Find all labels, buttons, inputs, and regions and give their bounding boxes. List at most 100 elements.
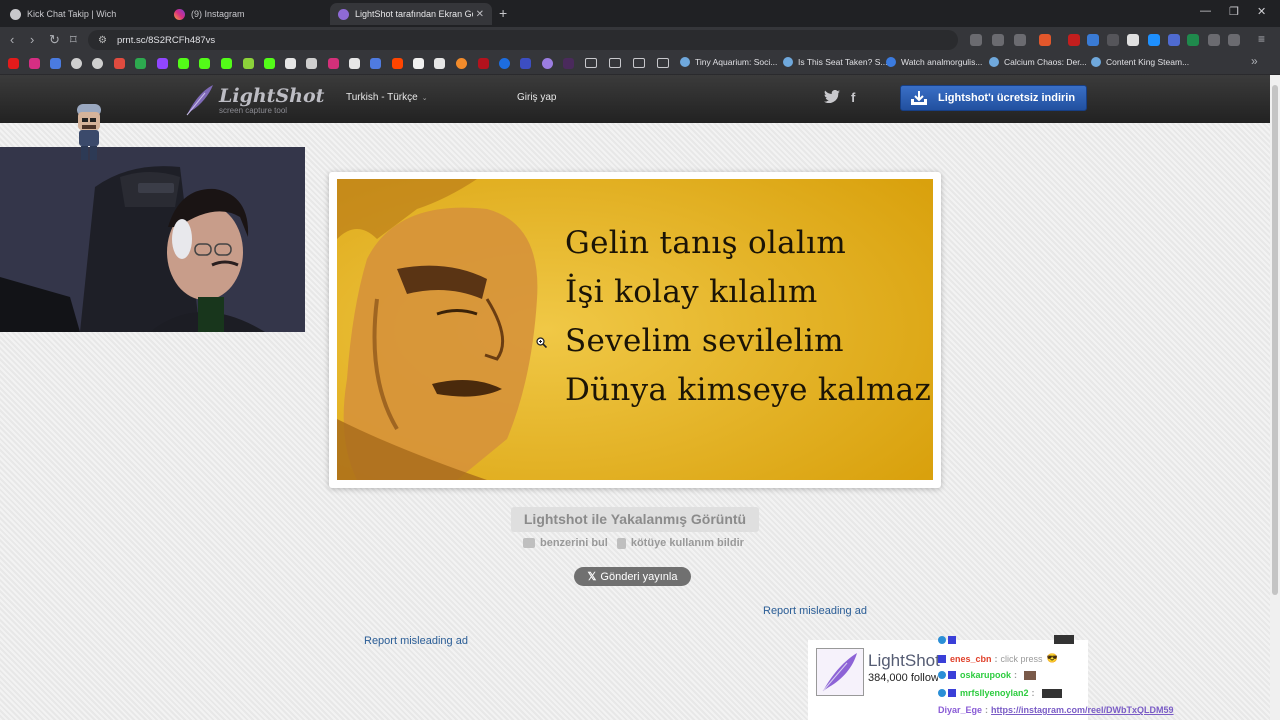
- badge-icon: [938, 689, 946, 697]
- screenshot-image[interactable]: Gelin tanış olalım İşi kolay kılalım Sev…: [337, 179, 933, 480]
- streamer-avatar: [77, 104, 101, 160]
- bookmark-item[interactable]: Is This Seat Taken? S...: [783, 57, 887, 67]
- excel-icon[interactable]: [1187, 34, 1199, 46]
- language-selector[interactable]: Turkish - Türkçe ⌄: [346, 92, 428, 103]
- globe-icon[interactable]: [71, 58, 82, 69]
- folder-icon[interactable]: [633, 58, 645, 68]
- bookmark-icon[interactable]: [370, 58, 381, 69]
- tab-instagram[interactable]: (9) Instagram: [166, 3, 326, 25]
- bookmark-icon[interactable]: [243, 58, 254, 69]
- share-icon[interactable]: [1014, 34, 1026, 46]
- more-bookmarks-icon[interactable]: »: [1251, 54, 1258, 68]
- address-bar[interactable]: ⚙ prnt.sc/8S2RCFh487vs: [88, 30, 958, 50]
- site-settings-icon[interactable]: ⚙: [98, 35, 107, 46]
- reddit-icon[interactable]: [392, 58, 403, 69]
- tab-label: Kick Chat Takip | Wich: [27, 9, 117, 19]
- gmail-icon[interactable]: [114, 58, 125, 69]
- tab-lightshot[interactable]: LightShot tarafından Ekran Görü ✕: [330, 3, 492, 25]
- site-header: LightShot screen capture tool Turkish - …: [0, 75, 1270, 123]
- amazon-icon[interactable]: [434, 58, 445, 69]
- folder-icon[interactable]: [609, 58, 621, 68]
- facebook-icon[interactable]: f: [851, 90, 855, 105]
- bookmark-item[interactable]: Content King Steam...: [1091, 57, 1189, 67]
- login-link[interactable]: Giriş yap: [517, 92, 556, 103]
- twitter-icon[interactable]: [824, 89, 840, 106]
- brave-shield-icon[interactable]: [1039, 34, 1051, 46]
- new-tab-icon[interactable]: +: [499, 5, 507, 21]
- report-misleading-ad-link[interactable]: Report misleading ad: [364, 635, 468, 647]
- bookmark-icon[interactable]: [542, 58, 553, 69]
- kick-icon[interactable]: [221, 58, 232, 69]
- bookmark-icon[interactable]: [563, 58, 574, 69]
- emote-icon: [1054, 635, 1074, 644]
- sunglasses-emoji-icon: 😎: [1046, 653, 1058, 663]
- bookmark-item[interactable]: Watch analmorgulis...: [886, 57, 982, 67]
- report-misleading-ad-link[interactable]: Report misleading ad: [763, 605, 867, 617]
- extension-icon[interactable]: [1148, 34, 1160, 46]
- extension-icon[interactable]: [1087, 34, 1099, 46]
- folder-icon[interactable]: [585, 58, 597, 68]
- kick-icon[interactable]: [264, 58, 275, 69]
- bookmark-icon[interactable]: [285, 58, 296, 69]
- minimize-icon[interactable]: —: [1200, 5, 1211, 17]
- ad-brand-name: LightShot: [868, 651, 940, 670]
- extension-icon[interactable]: [1168, 34, 1180, 46]
- install-icon[interactable]: [970, 34, 982, 46]
- bookmark-icon[interactable]: [413, 58, 424, 69]
- steam-icon: [783, 57, 793, 67]
- page: LightShot screen capture tool Turkish - …: [0, 75, 1270, 720]
- browser-toolbar: ‹ › ↻ ⌑ ⚙ prnt.sc/8S2RCFh487vs ≡: [0, 27, 1280, 53]
- tab-strip: Kick Chat Takip | Wich (9) Instagram Lig…: [0, 0, 1280, 27]
- bookmark-icon[interactable]: ⌑: [70, 32, 77, 48]
- folder-icon[interactable]: [657, 58, 669, 68]
- tab-kick-chat[interactable]: Kick Chat Takip | Wich: [2, 3, 162, 25]
- bookmark-item[interactable]: Calcium Chaos: Der...: [989, 57, 1087, 67]
- forward-icon[interactable]: ›: [30, 32, 34, 47]
- x-icon: 𝕏: [587, 571, 597, 583]
- chat-message: Diyar_Ege : https://instagram.com/reel/D…: [938, 705, 1174, 715]
- ublock-icon[interactable]: [1068, 34, 1080, 46]
- close-window-icon[interactable]: ✕: [1257, 5, 1266, 18]
- bookmark-icon[interactable]: [306, 58, 317, 69]
- post-button[interactable]: 𝕏 Gönderi yayınla: [574, 567, 691, 586]
- report-abuse-link[interactable]: kötüye kullanım bildir: [616, 537, 744, 549]
- youtube-icon[interactable]: [8, 58, 19, 69]
- screenshot-frame: Gelin tanış olalım İşi kolay kılalım Sev…: [329, 172, 941, 488]
- scrollbar-thumb[interactable]: [1272, 85, 1278, 595]
- bookmark-icon[interactable]: [328, 58, 339, 69]
- lightshot-logo[interactable]: LightShot screen capture tool: [183, 83, 324, 117]
- sidebar-icon[interactable]: [1228, 34, 1240, 46]
- screenshot-caption: Lightshot ile Yakalanmış Görüntü: [511, 507, 759, 532]
- puzzle-icon[interactable]: [1208, 34, 1220, 46]
- x-icon[interactable]: [349, 58, 360, 69]
- twitch-icon[interactable]: [157, 58, 168, 69]
- drive-icon[interactable]: [135, 58, 146, 69]
- close-tab-icon[interactable]: ✕: [476, 9, 484, 20]
- bookmark-icon[interactable]: [50, 58, 61, 69]
- extension-icon[interactable]: [1107, 34, 1119, 46]
- zoom-cursor-icon: [536, 337, 547, 348]
- back-icon[interactable]: ‹: [10, 32, 14, 47]
- bookmark-icon[interactable]: [499, 58, 510, 69]
- download-button[interactable]: Lightshot'ı ücretsiz indirin: [900, 85, 1087, 111]
- find-similar-link[interactable]: benzerini bul: [523, 537, 608, 549]
- page-scrollbar[interactable]: [1270, 75, 1280, 720]
- globe-icon[interactable]: [92, 58, 103, 69]
- bookmark-icon[interactable]: [520, 58, 531, 69]
- reload-icon[interactable]: ↻: [49, 32, 60, 48]
- bookmark-icon[interactable]: [456, 58, 467, 69]
- menu-icon[interactable]: ≡: [1258, 32, 1265, 46]
- restore-icon[interactable]: ❐: [1229, 5, 1239, 18]
- poem-line: Gelin tanış olalım: [565, 225, 847, 261]
- instagram-icon[interactable]: [29, 58, 40, 69]
- bookmark-item[interactable]: Tiny Aquarium: Soci...: [680, 57, 777, 67]
- badge-icon: [938, 635, 946, 644]
- steam-icon: [680, 57, 690, 67]
- extension-icon[interactable]: [1127, 34, 1139, 46]
- kick-icon[interactable]: [199, 58, 210, 69]
- bookmark-icon[interactable]: [478, 58, 489, 69]
- poem-text: Gelin tanış olalım İşi kolay kılalım Sev…: [565, 219, 931, 415]
- kick-icon[interactable]: [178, 58, 189, 69]
- zoom-icon[interactable]: [992, 34, 1004, 46]
- steam-icon: [989, 57, 999, 67]
